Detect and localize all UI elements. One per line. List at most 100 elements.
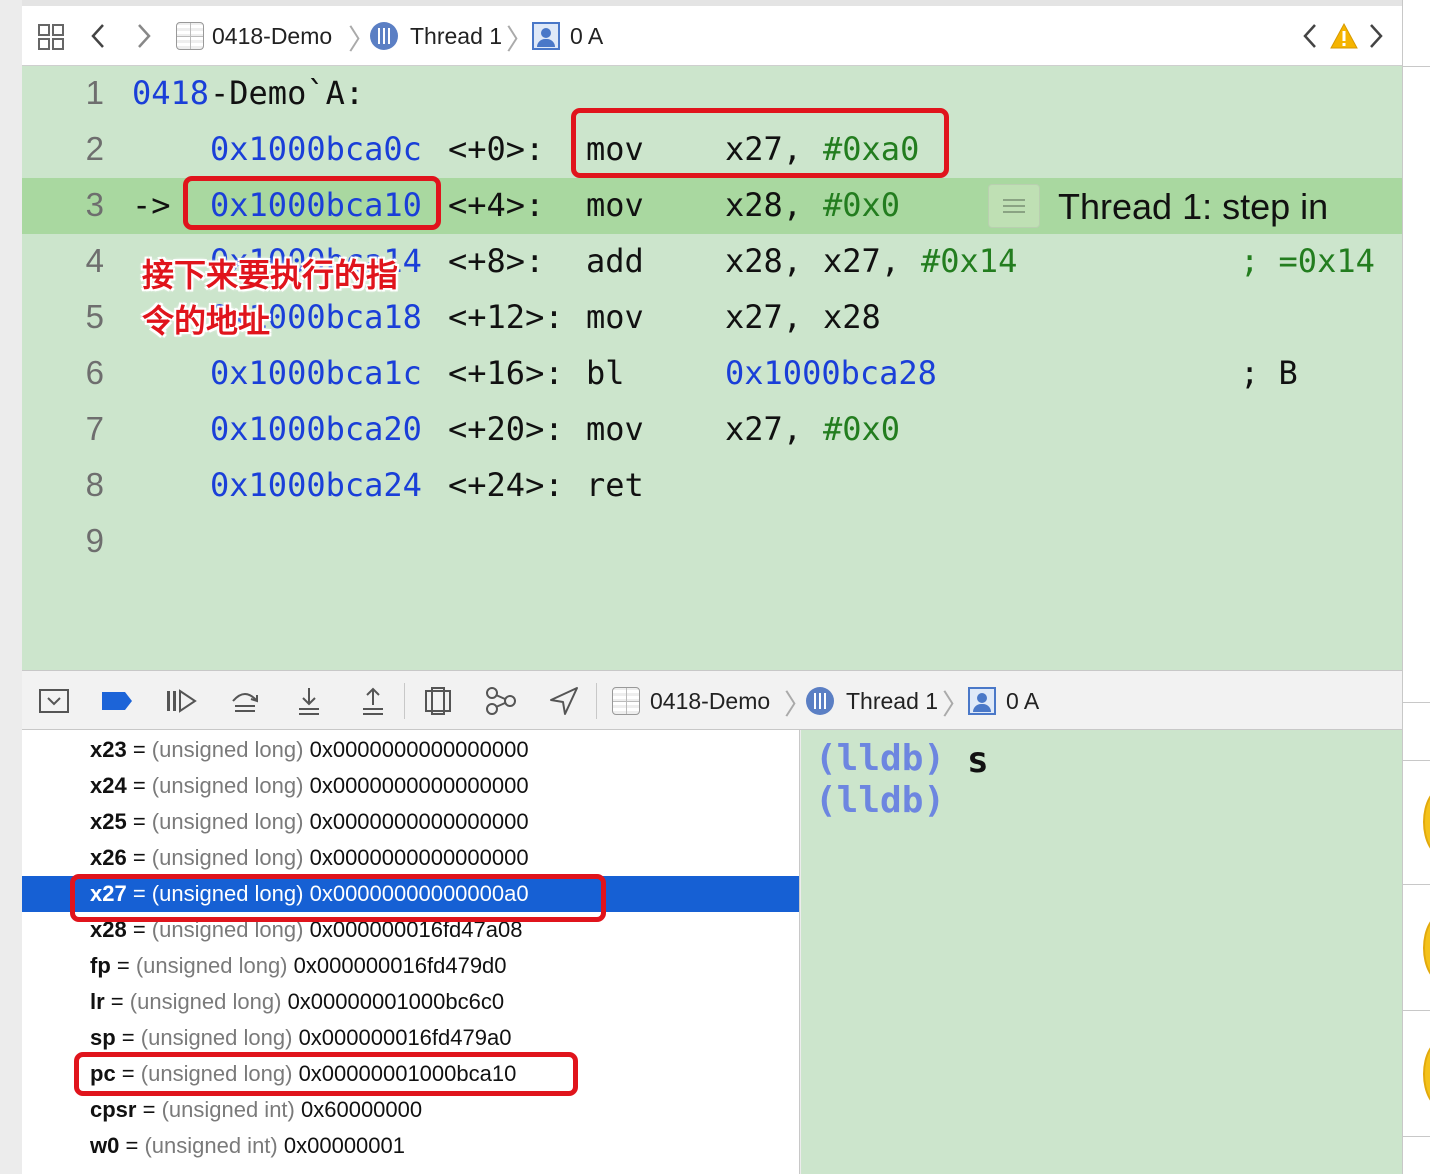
continue-icon[interactable] <box>164 685 198 717</box>
variable-row[interactable]: fp = (unsigned long) 0x000000016fd479d0 <box>22 948 799 984</box>
debug-breadcrumb-thread[interactable]: Thread 1 <box>806 685 938 717</box>
variable-name: x25 <box>90 809 127 834</box>
line-number: 5 <box>85 298 104 335</box>
breadcrumb-separator-icon: 〉 <box>942 689 971 720</box>
variable-name: x23 <box>90 737 127 762</box>
divider <box>1403 1136 1430 1137</box>
breadcrumb-frame-label: 0 A <box>570 22 604 49</box>
variable-type: (unsigned long) <box>151 773 304 798</box>
disassembly-editor[interactable]: 1 0418 -Demo`A: 2 0x1000bca0c <+0>: mov … <box>22 66 1402 670</box>
variable-value: 0x0000000000000000 <box>309 773 529 798</box>
variable-type: (unsigned long) <box>140 1025 293 1050</box>
line-number: 4 <box>85 242 104 279</box>
divider <box>1403 884 1430 885</box>
forward-chevron-icon[interactable] <box>130 20 158 52</box>
variable-name: fp <box>90 953 111 978</box>
variable-row[interactable]: x24 = (unsigned long) 0x0000000000000000 <box>22 768 799 804</box>
variable-row[interactable]: cpsr = (unsigned int) 0x60000000 <box>22 1092 799 1128</box>
breadcrumb-frame[interactable]: 0 A <box>532 20 603 52</box>
code-line[interactable]: 7 0x1000bca20 <+20>: mov x27, #0x0 <box>22 402 1402 458</box>
variable-value: 0x00000001 <box>283 1133 405 1158</box>
line-number: 9 <box>85 522 104 559</box>
memory-graph-icon[interactable] <box>484 685 518 717</box>
branch-target-address[interactable]: 0x1000bca28 <box>725 354 937 392</box>
annotation-menu-icon[interactable] <box>988 184 1040 228</box>
variable-row[interactable]: x23 = (unsigned long) 0x0000000000000000 <box>22 732 799 768</box>
instruction-address: 0x1000bca24 <box>210 466 422 504</box>
variable-name: sp <box>90 1025 116 1050</box>
highlight-box-pc <box>74 1052 578 1096</box>
divider <box>1403 66 1430 67</box>
variable-type: (unsigned long) <box>129 989 282 1014</box>
variable-row[interactable]: x25 = (unsigned long) 0x0000000000000000 <box>22 804 799 840</box>
line-number: 6 <box>85 354 104 391</box>
highlight-box-instruction <box>571 108 949 178</box>
breadcrumb-thread[interactable]: Thread 1 <box>370 20 502 52</box>
instruction-operand: #0x0 <box>823 410 901 448</box>
instruction-offset: <+16>: <box>448 354 564 392</box>
line-number: 1 <box>85 74 104 111</box>
debug-breadcrumb-frame[interactable]: 0 A <box>968 685 1039 717</box>
back-chevron-icon[interactable] <box>84 20 112 52</box>
code-line[interactable]: 6 0x1000bca1c <+16>: bl 0x1000bca28 ; B <box>22 346 1402 402</box>
instruction-address: 0x1000bca1c <box>210 354 422 392</box>
line-number: 8 <box>85 466 104 503</box>
breadcrumb-project-label: 0418-Demo <box>212 22 333 49</box>
line-number: 2 <box>85 130 104 167</box>
instruction-operand: #0x0 <box>823 186 901 224</box>
breadcrumb-separator-icon: 〉 <box>506 24 535 55</box>
code-line[interactable]: 9 <box>22 514 1402 570</box>
instruction-operand: x28, <box>725 242 803 280</box>
variable-row[interactable]: x26 = (unsigned long) 0x0000000000000000 <box>22 840 799 876</box>
instruction-offset: <+0>: <box>448 130 545 168</box>
thread-status-message: Thread 1: step in <box>1058 186 1329 227</box>
variable-row[interactable]: w0 = (unsigned int) 0x00000001 <box>22 1128 799 1164</box>
variable-row[interactable]: lr = (unsigned long) 0x00000001000bc6c0 <box>22 984 799 1020</box>
instruction-comment: ; B <box>1240 354 1298 392</box>
step-over-icon[interactable] <box>228 685 262 717</box>
instruction-operand: x27, <box>725 298 803 336</box>
simulate-location-icon[interactable] <box>548 685 580 717</box>
variable-value: 0x000000016fd479a0 <box>298 1025 512 1050</box>
variable-value: 0x0000000000000000 <box>309 809 529 834</box>
variable-value: 0x0000000000000000 <box>309 845 529 870</box>
previous-issue-icon[interactable] <box>1298 20 1322 52</box>
breadcrumb-thread-label: Thread 1 <box>410 22 503 49</box>
variables-view[interactable]: x23 = (unsigned long) 0x0000000000000000… <box>22 730 800 1174</box>
view-debugger-icon[interactable] <box>422 685 454 717</box>
library-item-icon[interactable] <box>1423 1039 1430 1109</box>
instruction-comment: ; =0x14 <box>1240 242 1375 280</box>
debug-breadcrumb-project[interactable]: 0418-Demo <box>612 685 770 717</box>
console-prompt: (lldb) <box>815 780 946 821</box>
project-icon <box>612 687 640 715</box>
inspector-edge <box>1402 0 1430 1174</box>
step-into-icon[interactable] <box>294 685 324 717</box>
breadcrumb-frame-label: 0 A <box>1006 687 1040 714</box>
step-out-icon[interactable] <box>358 685 388 717</box>
warning-icon[interactable] <box>1328 20 1360 52</box>
highlight-box-address <box>183 176 441 230</box>
code-line[interactable]: 8 0x1000bca24 <+24>: ret <box>22 458 1402 514</box>
instruction-opcode: mov <box>586 186 644 224</box>
thread-icon <box>370 22 398 50</box>
hide-debug-area-icon[interactable] <box>38 685 70 717</box>
breadcrumb-project[interactable]: 0418-Demo <box>176 20 332 52</box>
lldb-console[interactable]: (lldb) s (lldb) <box>801 730 1402 1174</box>
instruction-opcode: mov <box>586 298 644 336</box>
variable-type: (unsigned long) <box>151 737 304 762</box>
instruction-offset: <+24>: <box>448 466 564 504</box>
variable-row[interactable]: sp = (unsigned long) 0x000000016fd479a0 <box>22 1020 799 1056</box>
library-item-icon[interactable] <box>1423 787 1430 857</box>
library-item-icon[interactable] <box>1423 913 1430 983</box>
next-issue-icon[interactable] <box>1364 20 1388 52</box>
instruction-offset: <+4>: <box>448 186 545 224</box>
annotation-line: 令的地址 <box>142 302 271 340</box>
variable-type: (unsigned long) <box>151 809 304 834</box>
related-items-icon[interactable] <box>36 22 66 52</box>
annotation-line: 接下来要执行的指 <box>142 256 399 294</box>
instruction-opcode: bl <box>586 354 625 392</box>
variable-value: 0x000000016fd479d0 <box>293 953 507 978</box>
breakpoints-toggle-icon[interactable] <box>100 685 134 717</box>
console-prompt: (lldb) <box>815 738 946 779</box>
instruction-opcode: ret <box>586 466 644 504</box>
